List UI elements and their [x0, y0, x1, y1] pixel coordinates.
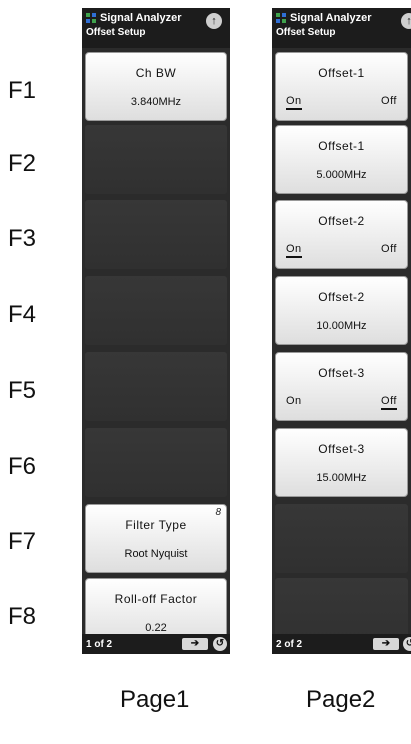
offset-1-toggle[interactable]: Offset-1 On Off — [275, 52, 408, 121]
page-label-2: Page2 — [306, 686, 376, 713]
button-title: Offset-1 — [318, 139, 365, 153]
on-off-row: On Off — [286, 95, 397, 110]
offset-2-value-button[interactable]: Offset-2 10.00MHz — [275, 276, 408, 345]
empty-key-f4 — [85, 276, 227, 345]
on-off-row: On Off — [286, 395, 397, 410]
button-title: Ch BW — [135, 66, 177, 80]
button-title: Filter Type — [125, 518, 187, 532]
button-value: 0.22 — [145, 622, 167, 634]
softkey-panel-page2: Signal Analyzer Offset Setup ↑ Offset-1 … — [272, 8, 411, 654]
button-value: 10.00MHz — [316, 320, 367, 332]
button-title: Offset-2 — [318, 214, 365, 228]
page-label-1: Page1 — [120, 686, 190, 713]
return-icon[interactable]: ↺ — [403, 637, 411, 651]
right-arrow-icon[interactable]: ➔ — [373, 638, 399, 650]
empty-key-f6 — [85, 428, 227, 497]
button-title: Offset-1 — [318, 66, 365, 80]
grid-icon — [276, 13, 286, 23]
fkey-label-f3: F3 — [8, 225, 37, 252]
offset-2-toggle[interactable]: Offset-2 On Off — [275, 200, 408, 269]
on-off-row: On Off — [286, 243, 397, 258]
offset-3-value-button[interactable]: Offset-3 15.00MHz — [275, 428, 408, 497]
option-off[interactable]: Off — [381, 243, 397, 258]
up-arrow-icon[interactable]: ↑ — [206, 13, 222, 29]
button-value: 3.840MHz — [130, 96, 182, 108]
fkey-label-f4: F4 — [8, 301, 37, 328]
menu-subtitle: Offset Setup — [276, 27, 336, 38]
softkey-panel-page1: Signal Analyzer Offset Setup ↑ Ch BW 3.8… — [82, 8, 230, 654]
option-off[interactable]: Off — [381, 395, 397, 410]
fkey-label-f1: F1 — [8, 77, 37, 104]
fkey-label-f2: F2 — [8, 150, 37, 177]
empty-key-f3 — [85, 200, 227, 269]
panel-footer: 2 of 2 ➔ ↺ — [272, 634, 411, 654]
button-title: Roll-off Factor — [114, 592, 198, 606]
offset-1-value-button[interactable]: Offset-1 5.000MHz — [275, 125, 408, 194]
panel-footer: 1 of 2 ➔ ↺ — [82, 634, 230, 654]
app-title: Signal Analyzer — [100, 12, 182, 24]
button-title: Offset-2 — [318, 290, 365, 304]
button-value: 15.00MHz — [316, 472, 367, 484]
panel-header: Signal Analyzer Offset Setup ↑ — [272, 8, 411, 48]
button-title: Offset-3 — [318, 442, 365, 456]
fkey-label-f7: F7 — [8, 528, 37, 555]
app-title-row: Signal Analyzer — [276, 12, 411, 24]
ch-bw-button[interactable]: Ch BW 3.840MHz — [85, 52, 227, 121]
menu-subtitle: Offset Setup — [86, 27, 146, 38]
grid-icon — [86, 13, 96, 23]
offset-3-toggle[interactable]: Offset-3 On Off — [275, 352, 408, 421]
option-off[interactable]: Off — [381, 95, 397, 110]
button-value: Root Nyquist — [124, 548, 188, 560]
empty-key-f2 — [85, 125, 227, 194]
up-arrow-icon[interactable]: ↑ — [401, 13, 411, 29]
page-indicator: 2 of 2 — [276, 638, 303, 650]
filter-type-button[interactable]: 8 Filter Type Root Nyquist — [85, 504, 227, 573]
app-title: Signal Analyzer — [290, 12, 372, 24]
option-on[interactable]: On — [286, 395, 302, 410]
empty-key-f7 — [275, 504, 408, 573]
fkey-label-f8: F8 — [8, 603, 37, 630]
fkey-label-f6: F6 — [8, 453, 37, 480]
corner-mark: 8 — [215, 507, 221, 518]
option-on[interactable]: On — [286, 95, 302, 110]
panel-header: Signal Analyzer Offset Setup ↑ — [82, 8, 230, 48]
button-value: 5.000MHz — [316, 169, 367, 181]
right-arrow-icon[interactable]: ➔ — [182, 638, 208, 650]
page-indicator: 1 of 2 — [86, 638, 113, 650]
return-icon[interactable]: ↺ — [213, 637, 227, 651]
button-title: Offset-3 — [318, 366, 365, 380]
fkey-label-f5: F5 — [8, 377, 37, 404]
empty-key-f5 — [85, 352, 227, 421]
option-on[interactable]: On — [286, 243, 302, 258]
